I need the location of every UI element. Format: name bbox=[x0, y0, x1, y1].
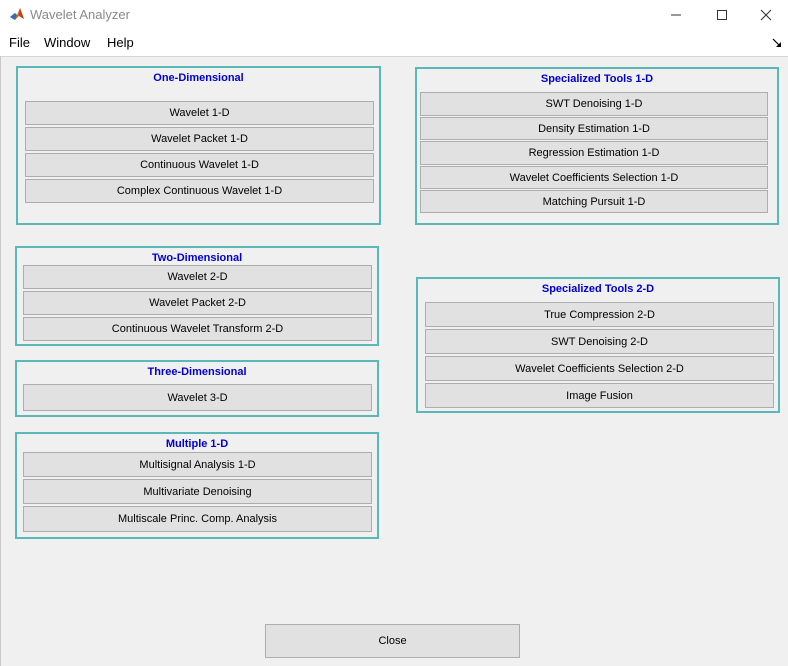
density-estimation-1d-button[interactable]: Density Estimation 1-D bbox=[420, 117, 768, 140]
continuous-wavelet-1d-button[interactable]: Continuous Wavelet 1-D bbox=[25, 153, 374, 177]
window-left-edge bbox=[0, 56, 1, 666]
image-fusion-button[interactable]: Image Fusion bbox=[425, 383, 774, 408]
menu-help[interactable]: Help bbox=[107, 35, 134, 50]
regression-estimation-1d-button[interactable]: Regression Estimation 1-D bbox=[420, 141, 768, 165]
true-compression-2d-button[interactable]: True Compression 2-D bbox=[425, 302, 774, 327]
title-bar: Wavelet Analyzer bbox=[0, 0, 788, 30]
panel-title-two-dimensional: Two-Dimensional bbox=[151, 252, 243, 264]
panel-title-specialized-tools-2d: Specialized Tools 2-D bbox=[541, 283, 655, 295]
close-icon bbox=[760, 9, 772, 21]
panel-multiple-1d: Multiple 1-D Multisignal Analysis 1-D Mu… bbox=[15, 432, 379, 539]
wavelet-3d-button[interactable]: Wavelet 3-D bbox=[23, 384, 372, 411]
window-title: Wavelet Analyzer bbox=[30, 7, 130, 22]
wavelet-coefficients-selection-1d-button[interactable]: Wavelet Coefficients Selection 1-D bbox=[420, 166, 768, 189]
panel-one-dimensional: One-Dimensional Wavelet 1-D Wavelet Pack… bbox=[16, 66, 381, 225]
dock-arrow-icon[interactable] bbox=[772, 38, 782, 48]
minimize-button[interactable] bbox=[652, 0, 698, 30]
close-button[interactable]: Close bbox=[265, 624, 520, 658]
menu-file[interactable]: File bbox=[9, 35, 30, 50]
panel-two-dimensional: Two-Dimensional Wavelet 2-D Wavelet Pack… bbox=[15, 246, 379, 346]
swt-denoising-1d-button[interactable]: SWT Denoising 1-D bbox=[420, 92, 768, 116]
panel-title-one-dimensional: One-Dimensional bbox=[153, 72, 244, 84]
menu-window[interactable]: Window bbox=[44, 35, 90, 50]
wavelet-packet-2d-button[interactable]: Wavelet Packet 2-D bbox=[23, 291, 372, 315]
maximize-icon bbox=[717, 10, 727, 20]
matlab-icon bbox=[9, 6, 25, 22]
wavelet-1d-button[interactable]: Wavelet 1-D bbox=[25, 101, 374, 125]
minimize-icon bbox=[671, 14, 681, 16]
close-window-button[interactable] bbox=[742, 0, 788, 30]
wavelet-packet-1d-button[interactable]: Wavelet Packet 1-D bbox=[25, 127, 374, 151]
panel-specialized-tools-1d: Specialized Tools 1-D SWT Denoising 1-D … bbox=[415, 67, 779, 225]
panel-title-specialized-tools-1d: Specialized Tools 1-D bbox=[540, 73, 654, 85]
wavelet-coefficients-selection-2d-button[interactable]: Wavelet Coefficients Selection 2-D bbox=[425, 356, 774, 381]
multiscale-pca-button[interactable]: Multiscale Princ. Comp. Analysis bbox=[23, 506, 372, 532]
multisignal-analysis-1d-button[interactable]: Multisignal Analysis 1-D bbox=[23, 452, 372, 477]
maximize-button[interactable] bbox=[698, 0, 744, 30]
panel-specialized-tools-2d: Specialized Tools 2-D True Compression 2… bbox=[416, 277, 780, 413]
swt-denoising-2d-button[interactable]: SWT Denoising 2-D bbox=[425, 329, 774, 354]
panel-title-three-dimensional: Three-Dimensional bbox=[147, 366, 247, 378]
panel-three-dimensional: Three-Dimensional Wavelet 3-D bbox=[15, 360, 379, 417]
complex-continuous-wavelet-1d-button[interactable]: Complex Continuous Wavelet 1-D bbox=[25, 179, 374, 203]
panel-title-multiple-1d: Multiple 1-D bbox=[165, 438, 229, 450]
menu-bar: File Window Help bbox=[0, 30, 788, 57]
wavelet-2d-button[interactable]: Wavelet 2-D bbox=[23, 265, 372, 289]
matching-pursuit-1d-button[interactable]: Matching Pursuit 1-D bbox=[420, 190, 768, 213]
multivariate-denoising-button[interactable]: Multivariate Denoising bbox=[23, 479, 372, 504]
continuous-wavelet-transform-2d-button[interactable]: Continuous Wavelet Transform 2-D bbox=[23, 317, 372, 341]
